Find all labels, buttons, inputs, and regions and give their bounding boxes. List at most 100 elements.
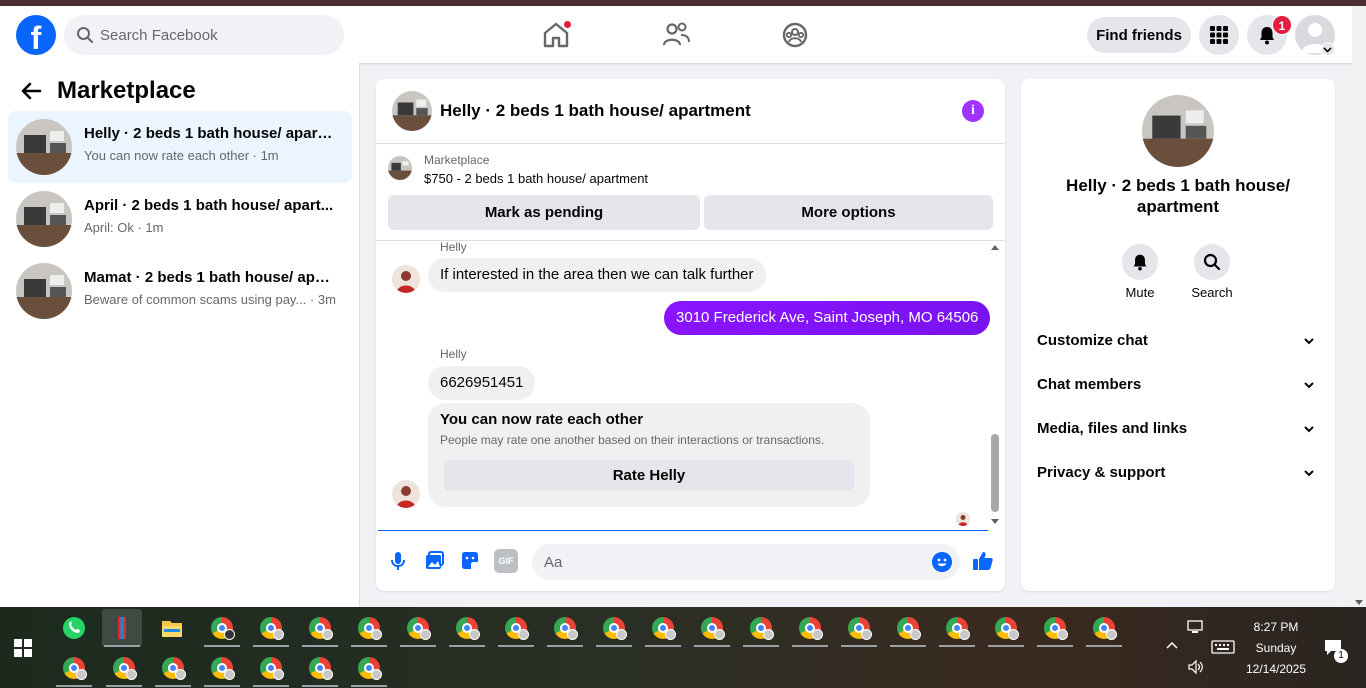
page-scrollbar[interactable] bbox=[1352, 6, 1366, 607]
like-icon[interactable] bbox=[971, 549, 995, 573]
chrome-taskbar-icon[interactable] bbox=[251, 609, 291, 647]
chrome-taskbar-icon[interactable] bbox=[300, 649, 340, 687]
message-input[interactable] bbox=[544, 544, 914, 580]
clock-date: 12/14/2025 bbox=[1245, 662, 1307, 676]
chrome-taskbar-icon[interactable] bbox=[349, 609, 389, 647]
message-bubble-outgoing[interactable]: 3010 Frederick Ave, Saint Joseph, MO 645… bbox=[664, 301, 991, 335]
groups-icon[interactable] bbox=[778, 18, 812, 52]
section-label: Media, files and links bbox=[1037, 420, 1188, 437]
chevron-down-icon bbox=[1304, 382, 1314, 389]
message-bubble[interactable]: 6626951451 bbox=[428, 366, 536, 400]
menu-button[interactable] bbox=[1199, 15, 1239, 55]
message-list: Helly If interested in the area then we … bbox=[376, 240, 1005, 530]
chevron-down-icon bbox=[1304, 426, 1314, 433]
chrome-taskbar-icon[interactable] bbox=[496, 609, 536, 647]
customize-chat-section[interactable]: Customize chat bbox=[1029, 319, 1327, 363]
chrome-taskbar-icon[interactable] bbox=[545, 609, 585, 647]
rate-helly-button[interactable]: Rate Helly bbox=[444, 460, 854, 491]
info-icon[interactable]: i bbox=[962, 100, 984, 122]
windows-taskbar: 8:27 PM Sunday 12/14/2025 1 bbox=[0, 607, 1366, 688]
windows-start-icon[interactable] bbox=[14, 639, 32, 657]
chrome-taskbar-icon[interactable] bbox=[839, 609, 879, 647]
friends-icon[interactable] bbox=[659, 18, 693, 52]
message-bubble[interactable]: If interested in the area then we can ta… bbox=[428, 258, 766, 292]
chrome-taskbar-icon[interactable] bbox=[741, 609, 781, 647]
app-taskbar-icon[interactable] bbox=[102, 609, 142, 647]
conversation-item[interactable]: Helly · 2 beds 1 bath house/ apart... Yo… bbox=[8, 111, 352, 183]
message-input-box[interactable] bbox=[532, 544, 960, 580]
conversation-subtitle: Beware of common scams using pay... · 3m bbox=[84, 292, 336, 307]
chat-members-section[interactable]: Chat members bbox=[1029, 363, 1327, 407]
volume-icon[interactable] bbox=[1187, 659, 1205, 675]
rate-card-title: You can now rate each other bbox=[440, 411, 644, 428]
chevron-up-icon[interactable] bbox=[1165, 640, 1179, 650]
chrome-taskbar-icon[interactable] bbox=[1035, 609, 1075, 647]
chat-panel: Helly · 2 beds 1 bath house/ apartment i… bbox=[376, 79, 1005, 591]
mute-label: Mute bbox=[1125, 285, 1155, 300]
chat-header: Helly · 2 beds 1 bath house/ apartment i bbox=[376, 79, 1005, 144]
privacy-support-section[interactable]: Privacy & support bbox=[1029, 451, 1327, 495]
facebook-logo[interactable]: f bbox=[16, 15, 56, 55]
chrome-taskbar-icon[interactable] bbox=[398, 609, 438, 647]
chat-thumbnail[interactable] bbox=[392, 91, 432, 131]
chrome-taskbar-icon[interactable] bbox=[986, 609, 1026, 647]
system-clock[interactable]: 8:27 PM Sunday 12/14/2025 bbox=[1236, 617, 1316, 680]
message-composer: GIF bbox=[376, 531, 1005, 591]
media-files-links-section[interactable]: Media, files and links bbox=[1029, 407, 1327, 451]
mute-action[interactable]: Mute bbox=[1110, 244, 1170, 300]
chrome-taskbar-icon[interactable] bbox=[692, 609, 732, 647]
emoji-icon[interactable] bbox=[932, 552, 952, 572]
conversation-subtitle: April: Ok · 1m bbox=[84, 220, 164, 235]
gif-icon[interactable]: GIF bbox=[494, 549, 518, 573]
listing-thumbnail[interactable] bbox=[1142, 95, 1214, 167]
search-icon bbox=[77, 27, 93, 43]
search-input[interactable] bbox=[100, 15, 330, 55]
rate-card-subtitle: People may rate one another based on the… bbox=[440, 433, 825, 447]
chevron-down-icon bbox=[1304, 338, 1314, 345]
whatsapp-taskbar-icon[interactable] bbox=[54, 609, 94, 647]
chat-title[interactable]: Helly · 2 beds 1 bath house/ apartment bbox=[440, 101, 751, 121]
find-friends-button[interactable]: Find friends bbox=[1087, 17, 1191, 53]
chrome-taskbar-icon[interactable] bbox=[153, 649, 193, 687]
scrollbar-thumb[interactable] bbox=[991, 434, 999, 512]
profile-chevron-icon[interactable] bbox=[1321, 42, 1335, 56]
chrome-taskbar-icon[interactable] bbox=[54, 649, 94, 687]
conversation-title: Helly · 2 beds 1 bath house/ apart... bbox=[84, 125, 334, 142]
chrome-taskbar-icon[interactable] bbox=[300, 609, 340, 647]
conversation-title: April · 2 beds 1 bath house/ apart... bbox=[84, 197, 334, 214]
back-arrow-icon[interactable] bbox=[20, 80, 42, 102]
listing-title[interactable]: $750 - 2 beds 1 bath house/ apartment bbox=[424, 171, 648, 186]
message-sender: Helly bbox=[440, 347, 467, 361]
chrome-taskbar-icon[interactable] bbox=[104, 649, 144, 687]
clock-time: 8:27 PM bbox=[1253, 620, 1299, 634]
search-icon bbox=[1203, 253, 1221, 271]
conversation-item[interactable]: April · 2 beds 1 bath house/ apart... Ap… bbox=[8, 183, 352, 255]
file-explorer-taskbar-icon[interactable] bbox=[152, 609, 192, 647]
chrome-taskbar-icon[interactable] bbox=[202, 609, 242, 647]
chrome-taskbar-icon[interactable] bbox=[888, 609, 928, 647]
chrome-taskbar-icon[interactable] bbox=[594, 609, 634, 647]
sticker-icon[interactable] bbox=[458, 549, 482, 573]
conversation-subtitle: You can now rate each other · 1m bbox=[84, 148, 279, 163]
chrome-taskbar-icon[interactable] bbox=[202, 649, 242, 687]
chrome-taskbar-icon[interactable] bbox=[643, 609, 683, 647]
listing-thumbnail bbox=[16, 263, 72, 319]
menu-grid-icon bbox=[1210, 26, 1228, 44]
mic-icon[interactable] bbox=[386, 549, 410, 573]
conversation-item[interactable]: Mamat · 2 beds 1 bath house/ apa... Bewa… bbox=[8, 255, 352, 327]
sender-avatar[interactable] bbox=[392, 265, 420, 293]
chrome-taskbar-icon[interactable] bbox=[790, 609, 830, 647]
mark-as-pending-button[interactable]: Mark as pending bbox=[388, 195, 700, 230]
chrome-taskbar-icon[interactable] bbox=[937, 609, 977, 647]
keyboard-icon[interactable] bbox=[1211, 640, 1235, 654]
photo-icon[interactable] bbox=[422, 549, 446, 573]
search-box[interactable] bbox=[64, 15, 344, 55]
search-action[interactable]: Search bbox=[1182, 244, 1242, 300]
network-icon[interactable] bbox=[1187, 619, 1205, 635]
chrome-taskbar-icon[interactable] bbox=[251, 649, 291, 687]
sender-avatar[interactable] bbox=[392, 480, 420, 508]
more-options-button[interactable]: More options bbox=[704, 195, 993, 230]
chrome-taskbar-icon[interactable] bbox=[447, 609, 487, 647]
chrome-taskbar-icon[interactable] bbox=[349, 649, 389, 687]
chrome-taskbar-icon[interactable] bbox=[1084, 609, 1124, 647]
